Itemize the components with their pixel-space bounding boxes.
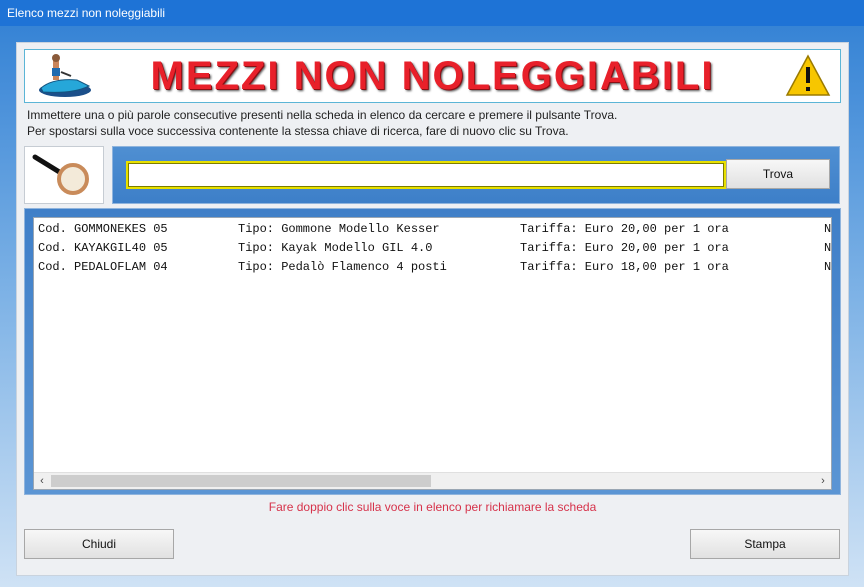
header-banner: MEZZI NON NOLEGGIABILI: [24, 49, 841, 103]
title-bar[interactable]: Elenco mezzi non noleggiabili: [0, 0, 864, 26]
list-item[interactable]: Cod. GOMMONEKES 05 Tipo: Gommone Modello…: [38, 222, 832, 240]
scroll-left-arrow[interactable]: ‹: [34, 473, 50, 489]
instruction-line-1: Immettere una o più parole consecutive p…: [27, 108, 618, 122]
scrollbar-thumb[interactable]: [51, 475, 431, 487]
hint-text: Fare doppio clic sulla voce in elenco pe…: [268, 500, 597, 514]
item-rate: Tariffa: Euro 20,00 per 1 ora: [520, 222, 729, 236]
horizontal-scrollbar[interactable]: ‹ ›: [34, 472, 831, 489]
magnifying-glass-icon: [32, 154, 89, 195]
results-list-frame: Cod. GOMMONEKES 05 Tipo: Gommone Modello…: [24, 208, 841, 495]
item-code: Cod. PEDALOFLAM 04: [38, 260, 168, 274]
instructions: Immettere una o più parole consecutive p…: [27, 107, 837, 139]
app-window: Elenco mezzi non noleggiabili MEZZI NON …: [0, 0, 864, 587]
item-type: Tipo: Kayak Modello GIL 4.0: [238, 241, 433, 255]
window-title: Elenco mezzi non noleggiabili: [7, 6, 166, 20]
print-button[interactable]: Stampa: [690, 529, 840, 559]
warning-icon: [785, 54, 831, 96]
item-type: Tipo: Gommone Modello Kesser: [238, 222, 440, 236]
item-type: Tipo: Pedalò Flamenco 4 posti: [238, 260, 447, 274]
item-extra: N: [824, 241, 832, 255]
item-extra: N: [824, 222, 832, 236]
results-list[interactable]: Cod. GOMMONEKES 05 Tipo: Gommone Modello…: [33, 217, 832, 490]
search-input[interactable]: [126, 161, 726, 189]
main-panel: MEZZI NON NOLEGGIABILI Immettere una o p…: [16, 42, 849, 576]
scroll-right-arrow[interactable]: ›: [815, 473, 831, 489]
instruction-line-2: Per spostarsi sulla voce successiva cont…: [27, 124, 569, 138]
list-item[interactable]: Cod. KAYAKGIL40 05 Tipo: Kayak Modello G…: [38, 241, 832, 259]
search-bar: Trova: [112, 146, 840, 204]
item-code: Cod. KAYAKGIL40 05: [38, 241, 168, 255]
item-rate: Tariffa: Euro 18,00 per 1 ora: [520, 260, 729, 274]
list-item[interactable]: Cod. PEDALOFLAM 04 Tipo: Pedalò Flamenco…: [38, 260, 832, 278]
header-title: MEZZI NON NOLEGGIABILI: [150, 54, 715, 98]
item-extra: N: [824, 260, 832, 274]
close-button[interactable]: Chiudi: [24, 529, 174, 559]
item-rate: Tariffa: Euro 20,00 per 1 ora: [520, 241, 729, 255]
find-button[interactable]: Trova: [726, 159, 830, 189]
magnifier-box: [24, 146, 104, 204]
item-code: Cod. GOMMONEKES 05: [38, 222, 168, 236]
